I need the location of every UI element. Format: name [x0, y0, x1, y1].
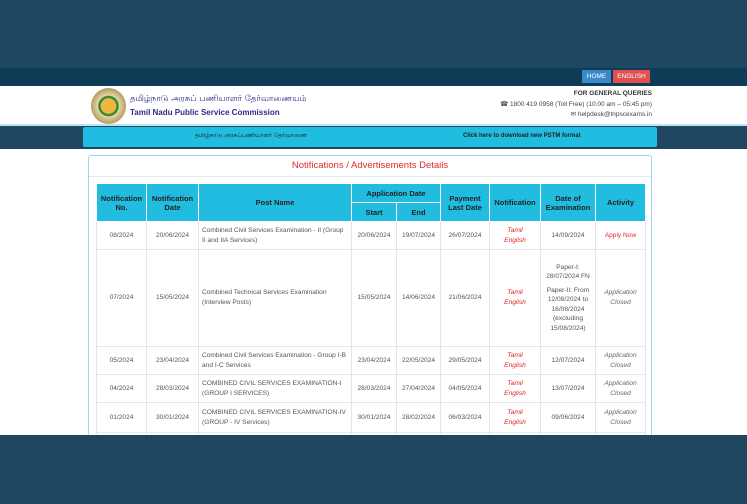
notification-no-cell: 05/2024: [96, 346, 147, 375]
table-row: 04/2024 28/03/2024 COMBINED CIVIL SERVICES…: [96, 374, 646, 403]
english-notification-link[interactable]: English: [493, 298, 537, 308]
english-notification-link[interactable]: English: [493, 236, 537, 246]
header-start: Start: [351, 202, 397, 222]
activity-status: Application Closed: [595, 374, 646, 403]
activity-status: Application Closed: [595, 249, 646, 347]
activity-status: Application Closed: [595, 346, 646, 375]
header-activity: Activity: [595, 183, 646, 222]
table-row: 01/2024 30/01/2024 COMBINED CIVIL SERVICES…: [96, 402, 646, 433]
tamil-link[interactable]: தமிழ்நாடு அரசுப்பணியாளர் தேர்வாணை: [195, 133, 307, 140]
tamil-notification-link[interactable]: Tamil: [493, 408, 537, 418]
notification-links-cell: Tamil English: [489, 402, 541, 433]
header-notification: Notification: [489, 183, 541, 222]
marquee-bar: தமிழ்நாடு அரசுப்பணியாளர் தேர்வாணை Click …: [83, 127, 657, 147]
notification-no-cell: 08/2024: [96, 221, 147, 250]
header-notification-date: Notification Date: [146, 183, 199, 222]
notification-date-cell: 30/01/2024: [146, 402, 199, 433]
payment-date-cell: 26/07/2024: [440, 221, 490, 250]
table-row: [96, 432, 646, 435]
start-date-cell: 15/05/2024: [351, 249, 397, 347]
end-date-cell: 19/07/2024: [396, 221, 441, 250]
english-notification-link[interactable]: English: [493, 361, 537, 371]
payment-date-cell: 06/03/2024: [440, 402, 490, 433]
notifications-panel: Notifications / Advertisements Details N…: [88, 155, 652, 435]
notification-links-cell: Tamil English: [489, 374, 541, 403]
english-notification-link[interactable]: English: [493, 418, 537, 428]
header-date-of-examination: Date of Examination: [540, 183, 596, 222]
tamil-notification-link[interactable]: Tamil: [493, 288, 537, 298]
table-row: 08/2024 20/06/2024 Combined Civil Services…: [96, 221, 646, 250]
exam-date-cell: 12/07/2024: [540, 346, 596, 375]
end-date-cell: 27/04/2024: [396, 374, 441, 403]
table-row: 05/2024 23/04/2024 Combined Civil Services…: [96, 346, 646, 375]
apply-now-link[interactable]: Apply Now: [595, 221, 646, 250]
end-date-cell: 28/02/2024: [396, 402, 441, 433]
post-name-cell: COMBINED CIVIL SERVICES EXAMINATION-IV (…: [198, 402, 352, 433]
header-payment-last-date: Payment Last Date: [440, 183, 490, 222]
exam-paper-1: Paper-I: 28/07/2024 FN: [546, 263, 590, 281]
phone-icon: ☎: [500, 101, 510, 108]
site-header: தமிழ்நாடு அரசுப் பணியாளர் தேர்வாணையம் Ta…: [0, 86, 747, 126]
pstm-download-link[interactable]: Click here to download new PSTM format: [463, 133, 581, 139]
tamil-site-name: தமிழ்நாடு அரசுப் பணியாளர் தேர்வாணையம்: [130, 94, 307, 104]
exam-date-cell: 13/07/2024: [540, 374, 596, 403]
payment-date-cell: 29/05/2024: [440, 346, 490, 375]
exam-date-cell: 14/09/2024: [540, 221, 596, 250]
table-row: 07/2024 15/05/2024 Combined Technical Serv…: [96, 249, 646, 347]
english-notification-link[interactable]: English: [493, 389, 537, 399]
header-notification-no: Notification No.: [96, 183, 147, 222]
end-date-cell: 14/06/2024: [396, 249, 441, 347]
post-name-cell: Combined Civil Services Examination - II…: [198, 221, 352, 250]
exam-paper-2: Paper-II: From 12/08/2024 to 16/08/2024 …: [546, 286, 590, 332]
main-content: Notifications / Advertisements Details N…: [0, 149, 747, 435]
notifications-table: Notification No. Notification Date Post …: [96, 183, 646, 435]
notification-links-cell: Tamil English: [489, 346, 541, 375]
start-date-cell: 28/03/2024: [351, 374, 397, 403]
notification-date-cell: 15/05/2024: [146, 249, 199, 347]
home-button[interactable]: HOME: [582, 70, 611, 83]
post-name-cell: Combined Civil Services Examination - Gr…: [198, 346, 352, 375]
exam-date-cell: Paper-I: 28/07/2024 FN Paper-II: From 12/…: [540, 249, 596, 347]
start-date-cell: 30/01/2024: [351, 402, 397, 433]
notification-no-cell: 07/2024: [96, 249, 147, 347]
start-date-cell: 23/04/2024: [351, 346, 397, 375]
exam-date-cell: 09/06/2024: [540, 402, 596, 433]
header-end: End: [396, 202, 441, 222]
tnpsc-logo[interactable]: [91, 88, 126, 124]
header-application-date: Application Date: [351, 183, 441, 203]
tamil-notification-link[interactable]: Tamil: [493, 379, 537, 389]
queries-label: FOR GENERAL QUERIES: [573, 90, 652, 97]
email-link[interactable]: helpdesk@tnpscexams.in: [578, 111, 652, 118]
payment-date-cell: 21/06/2024: [440, 249, 490, 347]
notification-links-cell: Tamil English: [489, 249, 541, 347]
notification-date-cell: 23/04/2024: [146, 346, 199, 375]
notification-no-cell: 04/2024: [96, 374, 147, 403]
top-nav: HOME ENGLISH: [0, 68, 747, 86]
english-button[interactable]: ENGLISH: [613, 70, 650, 83]
notification-date-cell: 20/06/2024: [146, 221, 199, 250]
notification-no-cell: 01/2024: [96, 402, 147, 433]
post-name-cell: Combined Technical Services Examination …: [198, 249, 352, 347]
header-post-name: Post Name: [198, 183, 352, 222]
end-date-cell: 22/05/2024: [396, 346, 441, 375]
notification-date-cell: 28/03/2024: [146, 374, 199, 403]
mail-icon: ✉: [570, 111, 578, 118]
site-name: Tamil Nadu Public Service Commission: [130, 108, 280, 117]
section-title: Notifications / Advertisements Details: [291, 160, 449, 171]
notification-links-cell: Tamil English: [489, 221, 541, 250]
post-name-cell: COMBINED CIVIL SERVICES EXAMINATION-I (G…: [198, 374, 352, 403]
payment-date-cell: 04/05/2024: [440, 374, 490, 403]
start-date-cell: 20/06/2024: [351, 221, 397, 250]
tamil-notification-link[interactable]: Tamil: [493, 351, 537, 361]
activity-status: Application Closed: [595, 402, 646, 433]
tamil-notification-link[interactable]: Tamil: [493, 226, 537, 236]
phone-number: 1800 419 0958 (Toll Free) (10:00 am – 05…: [509, 101, 652, 108]
